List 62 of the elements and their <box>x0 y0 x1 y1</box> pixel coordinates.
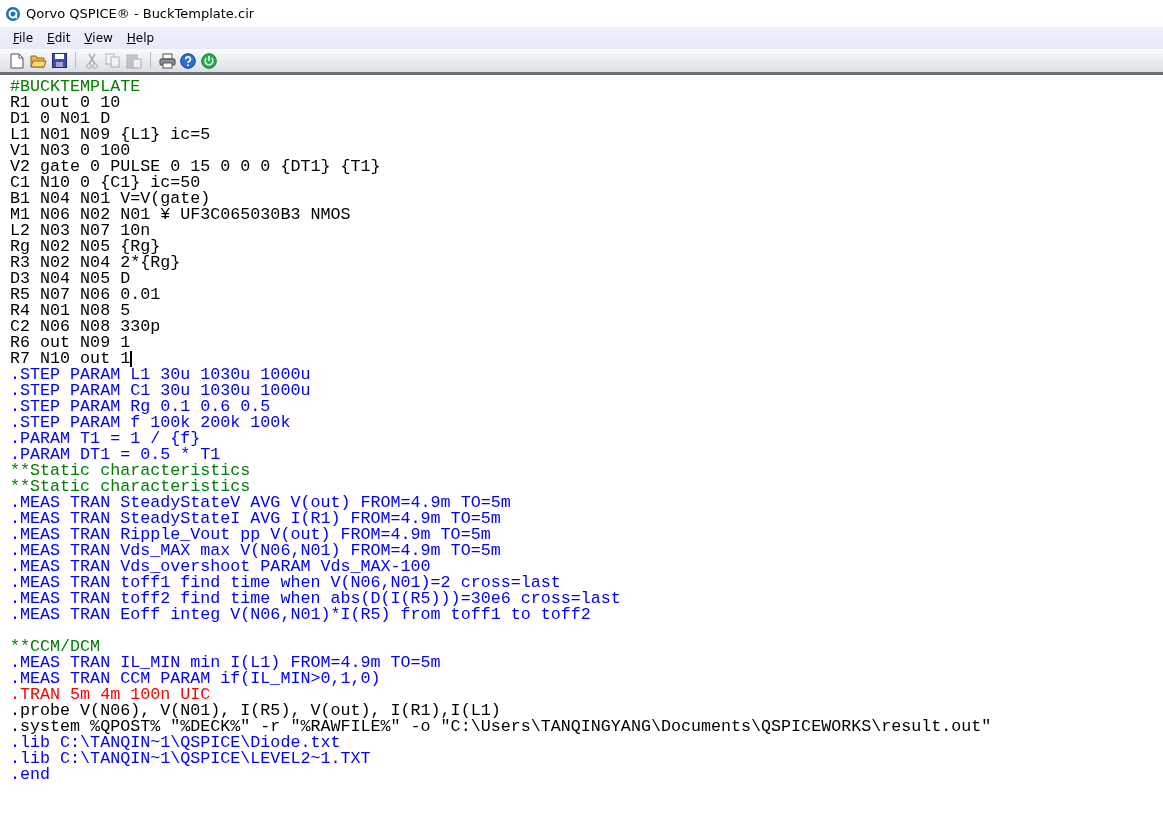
copy-icon <box>105 53 121 68</box>
menu-item[interactable]: Help <box>119 29 162 47</box>
window-title: Qorvo QSPICE® - BuckTemplate.cir <box>26 6 255 21</box>
printer-icon <box>158 52 176 69</box>
code-line: .MEAS TRAN Ripple_Vout pp V(out) FROM=4.9m TO=5m <box>10 527 491 543</box>
power-icon <box>201 52 217 69</box>
menu-item[interactable]: File <box>6 29 41 47</box>
code-line: .PARAM T1 = 1 / {f} <box>10 431 201 447</box>
code-line: .MEAS TRAN CCM PARAM if(IL_MIN>0,1,0) <box>10 671 381 687</box>
code-line: .STEP PARAM f 100k 200k 100k <box>10 415 291 431</box>
code-line: L2 N03 N07 10n <box>10 223 151 239</box>
toolbar-print-button[interactable] <box>158 51 176 70</box>
code-line: L1 N01 N09 {L1} ic=5 <box>10 127 211 143</box>
code-line: C1 N10 0 {C1} ic=50 <box>10 175 201 191</box>
code-line: .MEAS TRAN SteadyStateI AVG I(R1) FROM=4.9m TO=5m <box>10 511 501 527</box>
menu-item[interactable]: View <box>77 29 120 47</box>
code-line: .STEP PARAM Rg 0.1 0.6 0.5 <box>10 399 271 415</box>
code-line: V1 N03 0 100 <box>10 143 131 159</box>
code-line: **Static characteristics <box>10 463 251 479</box>
code-line: .TRAN 5m 4m 100n UIC <box>10 687 211 703</box>
code-line: .system %QPOST% "%DECK%" -r "%RAWFILE%" -o "C:\Users\TANQINGYANG\Documents\QSPICEWORKS\result.out" <box>10 719 992 735</box>
code-line: .MEAS TRAN SteadyStateV AVG V(out) FROM=4.9m TO=5m <box>10 495 511 511</box>
folder-icon <box>29 53 47 68</box>
code-line: B1 N04 N01 V=V(gate) <box>10 191 211 207</box>
code-line: V2 gate 0 PULSE 0 15 0 0 0 {DT1} {T1} <box>10 159 381 175</box>
code-line: .MEAS TRAN Eoff integ V(N06,N01)*I(R5) from toff1 to toff2 <box>10 607 591 623</box>
toolbar-new-button[interactable] <box>8 51 26 70</box>
code-line: D3 N04 N05 D <box>10 271 131 287</box>
code-line: .MEAS TRAN IL_MIN min I(L1) FROM=4.9m TO=5m <box>10 655 441 671</box>
clipboard-icon <box>126 52 142 69</box>
code-line: R7 N10 out 1 <box>10 351 132 367</box>
code-line: .STEP PARAM C1 30u 1030u 1000u <box>10 383 311 399</box>
code-line: .STEP PARAM L1 30u 1030u 1000u <box>10 367 311 383</box>
code-line: C2 N06 N08 330p <box>10 319 161 335</box>
code-line: #BUCKTEMPLATE <box>10 79 141 95</box>
toolbar-save-button[interactable] <box>50 51 68 70</box>
toolbar-run-button[interactable] <box>200 51 218 70</box>
code-line: R3 N02 N04 2*{Rg} <box>10 255 181 271</box>
code-line: **Static characteristics <box>10 479 251 495</box>
code-line: .lib C:\TANQIN~1\QSPICE\Diode.txt <box>10 735 341 751</box>
code-line: .MEAS TRAN toff1 find time when V(N06,N01)=2 cross=last <box>10 575 561 591</box>
code-line: R4 N01 N08 5 <box>10 303 131 319</box>
code-line: **CCM/DCM <box>10 639 101 655</box>
code-line: .MEAS TRAN toff2 find time when abs(D(I(R5)))=30e6 cross=last <box>10 591 621 607</box>
code-line: .end <box>10 767 51 783</box>
help-icon <box>180 52 196 69</box>
code-line: .probe V(N06), V(N01), I(R5), V(out), I(R1),I(L1) <box>10 703 501 719</box>
code-line: R5 N07 N06 0.01 <box>10 287 161 303</box>
code-line: .MEAS TRAN Vds_overshoot PARAM Vds_MAX-100 <box>10 559 431 575</box>
code-line: .MEAS TRAN Vds_MAX max V(N06,N01) FROM=4.9m TO=5m <box>10 543 501 559</box>
menu-item[interactable]: Edit <box>40 29 78 47</box>
code-line: Rg N02 N05 {Rg} <box>10 239 161 255</box>
code-line: M1 N06 N02 N01 ¥ UF3C065030B3 NMOS <box>10 207 351 223</box>
scissors-icon <box>85 52 99 69</box>
toolbar-help-button[interactable] <box>179 51 197 70</box>
code-line: R1 out 0 10 <box>10 95 121 111</box>
app-logo-icon <box>6 6 20 21</box>
code-line: R6 out N09 1 <box>10 335 131 351</box>
code-line: .PARAM DT1 = 0.5 * T1 <box>10 447 221 463</box>
code-line: .lib C:\TANQIN~1\QSPICE\LEVEL2~1.TXT <box>10 751 371 767</box>
new-file-icon <box>10 52 24 69</box>
code-line: D1 0 N01 D <box>10 111 111 127</box>
